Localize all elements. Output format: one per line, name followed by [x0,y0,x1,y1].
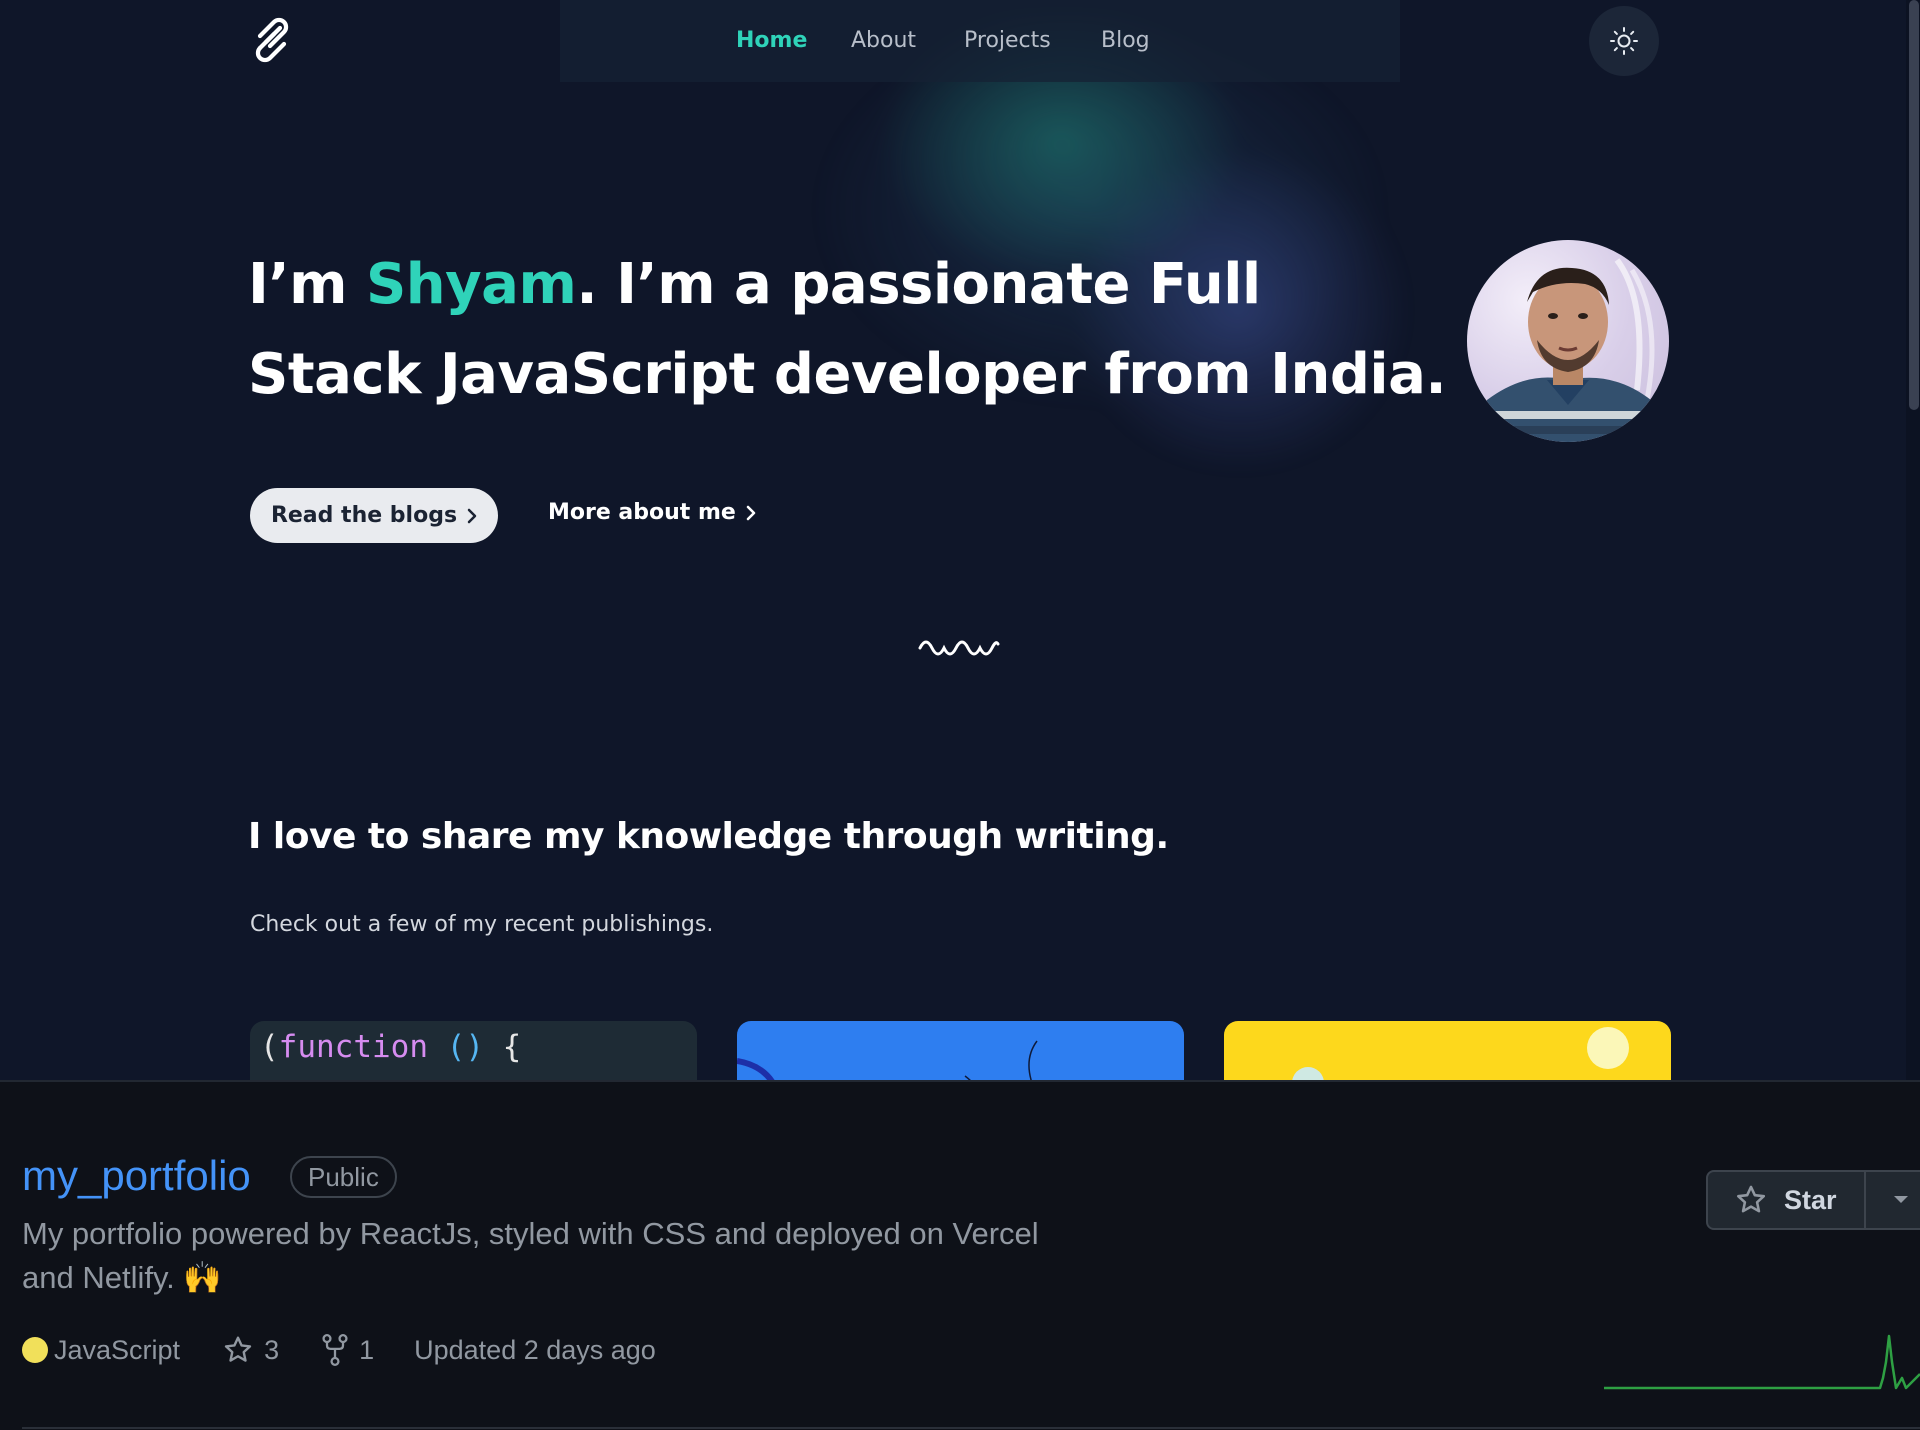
repo-description: My portfolio powered by ReactJs, styled … [22,1216,1039,1295]
hero-title: I’m Shyam. I’m a passionate Full Stack J… [248,240,1448,420]
more-about-me-link[interactable]: More about me [548,500,756,525]
scrollbar-thumb[interactable] [1909,0,1919,410]
writing-subheading: Check out a few of my recent publishings… [250,912,714,937]
language-color-dot [22,1337,48,1363]
squiggle-icon [918,640,1000,656]
visibility-badge: Public [290,1156,397,1198]
blog-card-illustration [737,1040,1038,1080]
chevron-right-icon [746,505,756,520]
code-brace: { [502,1029,522,1065]
code-parens: () [446,1029,484,1065]
star-icon [1736,1185,1766,1213]
blog-card-illustration [1292,1027,1629,1080]
chevron-right-icon [467,508,477,523]
read-blogs-button[interactable]: Read the blogs [250,488,498,543]
star-button-label: Star [1784,1184,1837,1215]
star-button-main[interactable]: Star [1708,1172,1866,1228]
repo-meta: JavaScript 3 1 Updated 2 days ago [22,1334,656,1366]
repo-updated: Updated 2 days ago [414,1334,656,1365]
portfolio-page: Home About Projects Blog I’m Shyam. I’m … [0,0,1920,1080]
repo-stars-link[interactable]: 3 [222,1334,279,1366]
activity-sparkline [1604,1334,1920,1390]
sun-icon [1610,27,1638,55]
code-keyword: function [278,1029,428,1065]
hero-title-name: Shyam [365,252,577,317]
hero-title-prefix: I’m [248,252,366,317]
blog-card[interactable] [737,1021,1184,1080]
code-open-paren: ( [260,1029,279,1065]
divider [22,1427,1920,1429]
read-blogs-label: Read the blogs [270,503,458,528]
code-snippet: (function () { [260,1029,521,1065]
theme-toggle-button[interactable] [1589,6,1659,76]
navbar: Home About Projects Blog [0,0,1920,82]
avatar [1467,240,1669,442]
logo-mark-icon[interactable] [246,14,298,66]
fork-icon [322,1334,348,1366]
nav-link-projects[interactable]: Projects [964,28,1051,53]
star-icon [224,1336,252,1362]
repo-forks-link[interactable]: 1 [321,1334,374,1366]
writing-heading: I love to share my knowledge through wri… [248,816,1169,857]
more-about-me-label: More about me [548,500,736,525]
avatar-portrait [1467,258,1669,442]
nav-link-about[interactable]: About [851,28,916,53]
star-button[interactable]: Star [1706,1170,1920,1230]
nav-link-home[interactable]: Home [736,28,807,53]
star-dropdown-button[interactable] [1866,1172,1920,1228]
repo-name-link[interactable]: my_portfolio [22,1152,251,1200]
repo-stars-count: 3 [264,1334,280,1365]
nav-link-blog[interactable]: Blog [1101,28,1150,53]
repo-card: my_portfolio Public My portfolio powered… [0,1080,1920,1430]
repo-forks-count: 1 [359,1334,375,1365]
blog-card[interactable] [1224,1021,1671,1080]
caret-down-icon [1894,1196,1908,1203]
repo-language: JavaScript [54,1334,181,1365]
blog-card[interactable]: (function () { [250,1021,697,1080]
